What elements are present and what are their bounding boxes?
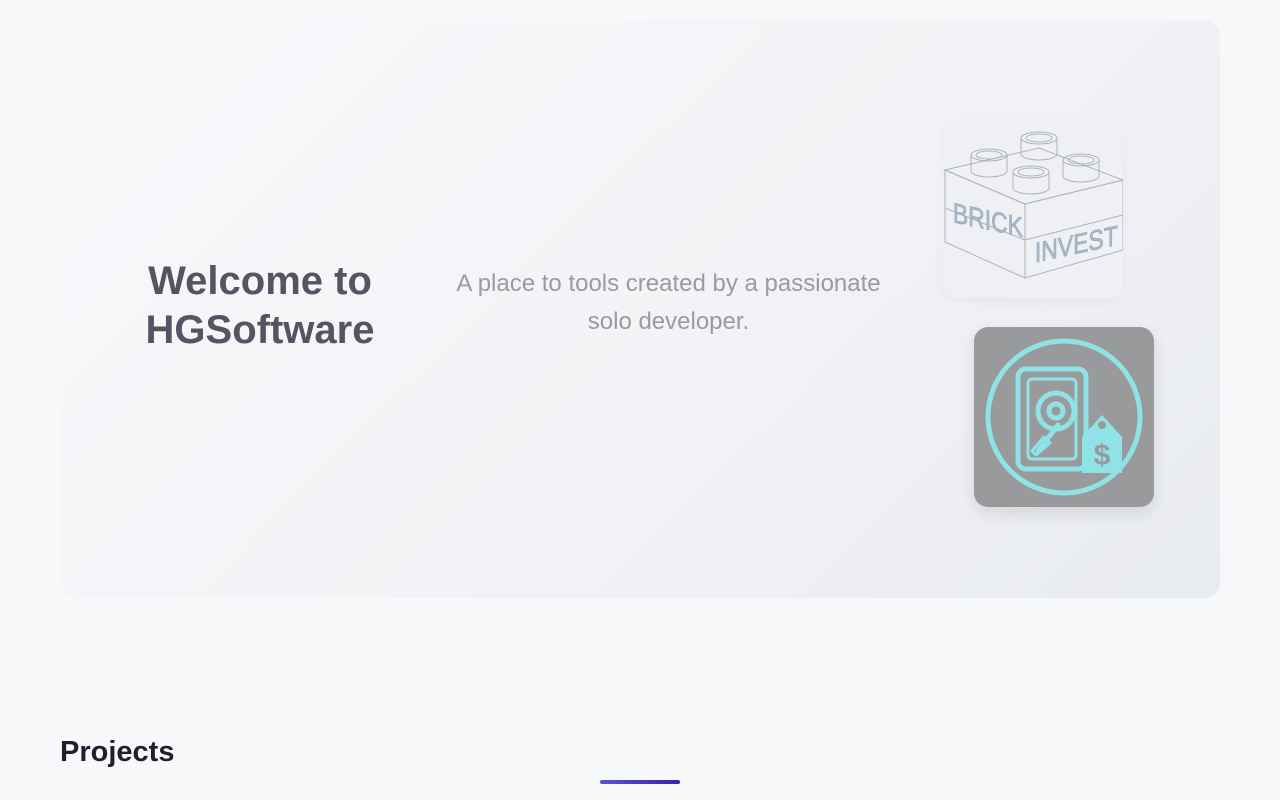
section-divider [600,780,680,784]
lego-brick-icon: BRICK INVEST [943,131,1123,279]
hero-section: Welcome to HGSoftware A place to tools c… [60,20,1220,598]
disk-price-card[interactable]: $ [974,327,1154,507]
svg-text:INVEST: INVEST [1035,221,1118,269]
brick-invest-card[interactable]: BRICK INVEST [943,118,1123,298]
hero-subtitle: A place to tools created by a passionate… [456,270,881,335]
projects-heading: Projects [60,736,175,768]
svg-text:$: $ [1094,439,1111,472]
hard-drive-price-tag-icon: $ [985,338,1143,496]
hero-title: Welcome to HGSoftware [145,259,375,352]
brick-invest-text: BRICK [953,198,1023,243]
